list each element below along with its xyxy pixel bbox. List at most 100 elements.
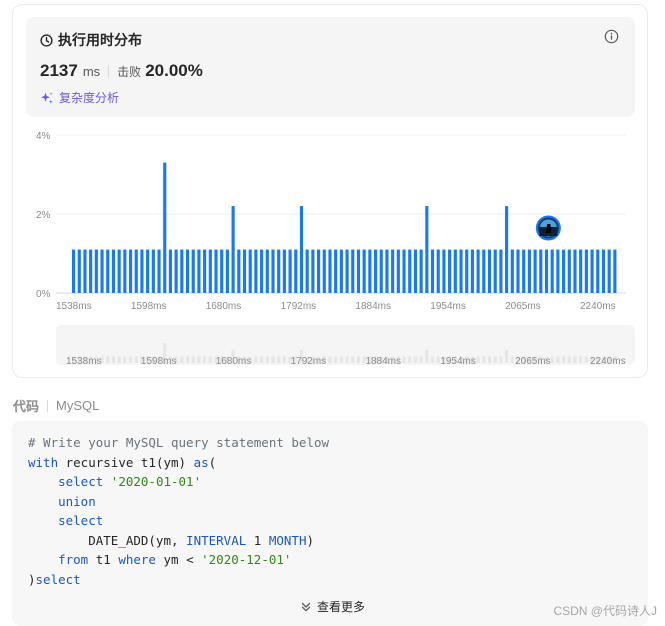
x-tick-label: 1680ms — [206, 301, 242, 312]
chart-bar[interactable] — [505, 206, 509, 293]
chart-bar[interactable] — [328, 249, 332, 293]
chart-bar[interactable] — [180, 249, 184, 293]
code-block[interactable]: # Write your MySQL query statement below… — [12, 421, 648, 626]
chart-bar[interactable] — [185, 249, 190, 293]
chart-bar[interactable] — [430, 249, 435, 293]
chart-bar[interactable] — [391, 249, 395, 293]
chart-bar[interactable] — [448, 249, 452, 293]
chart-bar[interactable] — [601, 249, 606, 293]
chart-bar[interactable] — [174, 249, 178, 293]
chart-bar[interactable] — [94, 249, 98, 293]
chart-bar[interactable] — [260, 249, 264, 293]
chart-bar[interactable] — [288, 249, 292, 293]
chart-bar[interactable] — [465, 249, 469, 293]
chart-bar[interactable] — [613, 249, 617, 293]
chart-bar[interactable] — [168, 249, 172, 293]
chart-bar[interactable] — [544, 249, 549, 293]
chart-bar[interactable] — [562, 249, 566, 293]
chart-bar[interactable] — [271, 249, 275, 293]
chart-bar[interactable] — [533, 249, 537, 293]
chart-bar[interactable] — [539, 249, 543, 293]
chart-bar[interactable] — [590, 249, 594, 293]
chart-bar[interactable] — [191, 249, 195, 293]
chart-bar[interactable] — [419, 249, 423, 293]
chart-bar[interactable] — [311, 249, 315, 293]
chart-bar[interactable] — [282, 249, 286, 293]
chart-bar[interactable] — [225, 249, 229, 293]
chart-bar[interactable] — [89, 249, 93, 293]
chart-bar[interactable] — [356, 249, 361, 293]
chart-bar[interactable] — [208, 249, 212, 293]
chart-bar[interactable] — [231, 206, 235, 293]
chart-bar[interactable] — [453, 249, 457, 293]
chart-bar[interactable] — [351, 249, 355, 293]
chart-bar[interactable] — [425, 206, 429, 293]
chart-bar[interactable] — [106, 249, 110, 293]
chart-bar[interactable] — [294, 249, 298, 293]
chart-bar[interactable] — [550, 249, 554, 293]
chart-bar[interactable] — [72, 249, 76, 293]
chart-bar[interactable] — [413, 249, 418, 293]
chart-bar[interactable] — [100, 249, 104, 293]
chart-bar[interactable] — [516, 249, 520, 293]
chart-bar[interactable] — [373, 249, 378, 293]
chart-bar[interactable] — [476, 249, 480, 293]
chart-bar[interactable] — [197, 249, 201, 293]
chart-bar[interactable] — [470, 249, 474, 293]
chart-bar[interactable] — [573, 249, 577, 293]
chart-bar[interactable] — [368, 249, 372, 293]
chart-bar[interactable] — [339, 249, 343, 293]
chart-bar[interactable] — [408, 249, 412, 293]
chart-bar[interactable] — [579, 249, 583, 293]
chart-bar[interactable] — [83, 249, 87, 293]
chart-bar[interactable] — [299, 206, 304, 293]
chart-bar[interactable] — [254, 249, 258, 293]
chart-bar[interactable] — [134, 249, 138, 293]
chart-bar[interactable] — [242, 249, 247, 293]
chart-bar[interactable] — [385, 249, 389, 293]
chart-bar[interactable] — [334, 249, 338, 293]
chart-bar[interactable] — [237, 249, 241, 293]
chart-bar[interactable] — [117, 249, 121, 293]
chart-bar[interactable] — [379, 249, 383, 293]
chart-bar[interactable] — [442, 249, 446, 293]
chart-bar[interactable] — [77, 249, 81, 293]
chart-bar[interactable] — [402, 249, 406, 293]
chart-bar[interactable] — [305, 249, 309, 293]
chart-bar[interactable] — [487, 249, 492, 293]
current-submission-marker[interactable] — [535, 215, 561, 241]
chart-bar[interactable] — [248, 249, 252, 293]
chart-bar[interactable] — [584, 249, 588, 293]
chart-bar[interactable] — [317, 249, 321, 293]
chart-bar[interactable] — [522, 249, 526, 293]
chart-bar[interactable] — [151, 249, 155, 293]
chart-bar[interactable] — [140, 249, 144, 293]
chart-bar[interactable] — [157, 249, 161, 293]
chart-bar[interactable] — [111, 249, 116, 293]
chart-bar[interactable] — [459, 249, 463, 293]
mini-bar — [408, 356, 412, 363]
chart-bar[interactable] — [436, 249, 440, 293]
chart-bar[interactable] — [556, 249, 560, 293]
chart-bar[interactable] — [203, 249, 207, 293]
chart-bar[interactable] — [607, 249, 611, 293]
chart-bar[interactable] — [163, 162, 167, 293]
chart-bar[interactable] — [123, 249, 127, 293]
chart-bar[interactable] — [214, 249, 218, 293]
chart-bar[interactable] — [499, 249, 503, 293]
chart-bar[interactable] — [596, 249, 600, 293]
chart-bar[interactable] — [493, 249, 497, 293]
chart-bar[interactable] — [146, 249, 150, 293]
chart-bar[interactable] — [567, 249, 571, 293]
chart-bar[interactable] — [265, 249, 269, 293]
chart-bar[interactable] — [277, 249, 281, 293]
chart-bar[interactable] — [396, 249, 400, 293]
chart-bar[interactable] — [220, 249, 224, 293]
chart-bar[interactable] — [345, 249, 349, 293]
chart-bar[interactable] — [482, 249, 486, 293]
chart-bar[interactable] — [527, 249, 531, 293]
chart-bar[interactable] — [322, 249, 326, 293]
chart-bar[interactable] — [128, 249, 133, 293]
chart-bar[interactable] — [362, 249, 366, 293]
chart-bar[interactable] — [510, 249, 514, 293]
